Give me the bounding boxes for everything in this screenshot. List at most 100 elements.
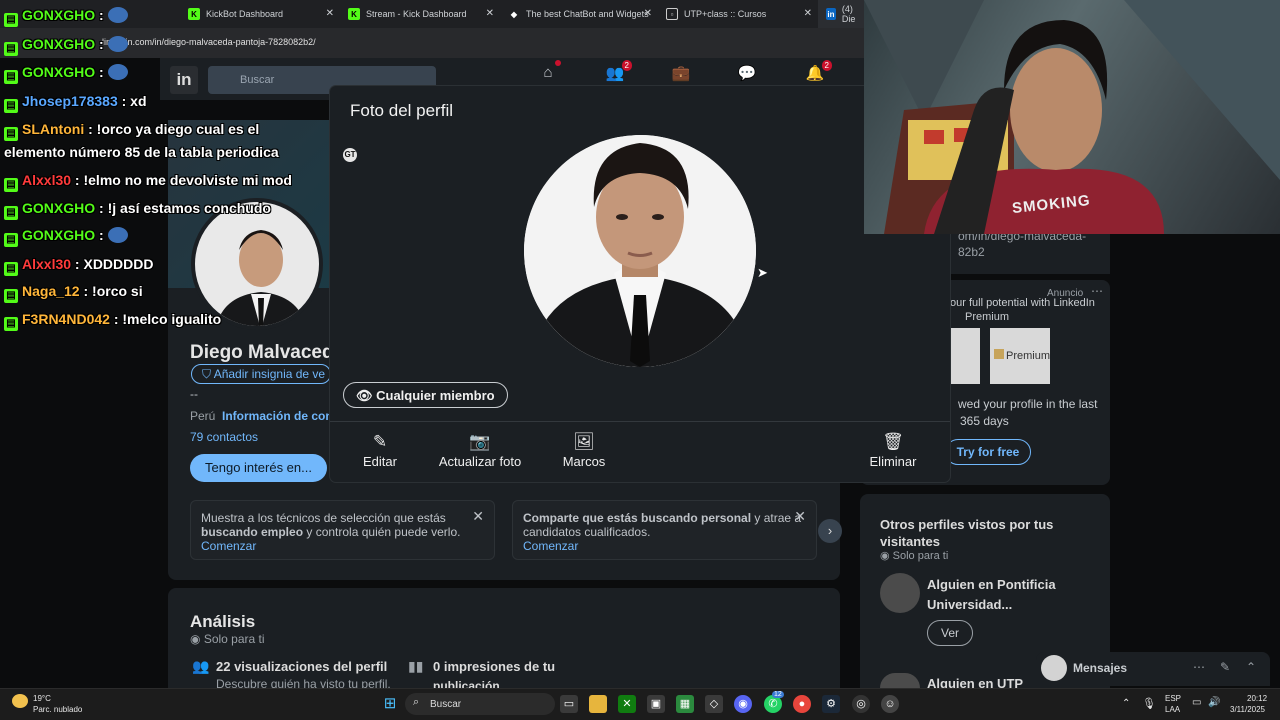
chrome-icon[interactable]: ● — [793, 695, 811, 713]
file-explorer-icon[interactable] — [589, 695, 607, 713]
tab-kickbot[interactable]: K KickBot Dashboard ✕ — [180, 0, 340, 28]
edit-label: Editar — [363, 454, 397, 469]
close-icon[interactable]: ✕ — [486, 8, 494, 19]
verify-badge-button[interactable]: ⛉ Añadir insignia de ve — [191, 364, 331, 384]
language-label[interactable]: LAA — [1165, 705, 1180, 714]
tab-label: KickBot Dashboard — [206, 9, 284, 19]
view-button[interactable]: Ver — [927, 620, 973, 646]
discord-icon[interactable]: ◉ — [734, 695, 752, 713]
eye-icon: ◉ — [190, 632, 204, 646]
open-to-button[interactable]: Tengo interés en... — [190, 454, 327, 482]
impressions-link[interactable]: 0 impresiones de tu — [433, 659, 555, 674]
extension-icon[interactable]: GT — [343, 148, 357, 162]
premium-logo: Premium — [990, 328, 1050, 384]
tab-utp[interactable]: ▫ UTP+class :: Cursos ✕ — [658, 0, 818, 28]
notifications-icon[interactable]: 🔔 2 — [804, 60, 832, 82]
minecraft-icon[interactable]: ▦ — [676, 695, 694, 713]
suggestion-bold: buscando empleo — [201, 525, 304, 539]
chat-message: ▤ Naga_12 : !orco si — [4, 282, 143, 303]
messaging-bar[interactable] — [1036, 652, 1270, 686]
chat-text: elemento número 85 de la tabla periodica — [4, 144, 279, 160]
linkedin-logo-icon[interactable]: in — [170, 66, 198, 94]
chevron-up-icon[interactable]: ⌃ — [1122, 698, 1130, 709]
clock-time[interactable]: 20:12 — [1247, 694, 1267, 703]
edit-button[interactable]: ✎ Editar — [356, 430, 404, 469]
close-icon[interactable]: ✕ — [326, 8, 334, 19]
more-icon[interactable]: ⋯ — [1091, 284, 1103, 298]
kick-icon: K — [348, 8, 360, 20]
task-view-icon[interactable]: ▭ — [560, 695, 578, 713]
obs-icon[interactable]: ◎ — [852, 695, 870, 713]
chat-message: ▤ Jhosep178383 : xd — [4, 92, 147, 113]
windows-start-icon[interactable]: ⊞ — [381, 695, 399, 713]
home-icon[interactable]: ⌂ — [537, 60, 561, 82]
start-link[interactable]: Comenzar — [523, 539, 578, 553]
app-icon[interactable]: ◇ — [705, 695, 723, 713]
chat-message: ▤ Alxxl30 : !elmo no me devolviste mi mod — [4, 171, 292, 192]
profile-views-link[interactable]: 22 visualizaciones del perfil — [216, 659, 387, 674]
update-photo-button[interactable]: 📷 Actualizar foto — [430, 430, 530, 469]
notifications-badge: 2 — [821, 60, 832, 71]
chat-username: F3RN4ND042 — [22, 311, 110, 327]
volume-icon[interactable]: 🔊 — [1208, 697, 1220, 708]
tab-kick-dashboard[interactable]: K Stream - Kick Dashboard ✕ — [340, 0, 500, 28]
location: Perú — [190, 409, 216, 423]
chat-message: ▤ Alxxl30 : XDDDDDD — [4, 255, 154, 276]
profile-url-text: 82b2 — [958, 245, 985, 259]
shield-icon: ⛉ — [202, 367, 214, 381]
delete-label: Eliminar — [869, 454, 917, 469]
language-label[interactable]: ESP — [1165, 694, 1181, 703]
close-icon[interactable]: ✕ — [644, 8, 652, 19]
chat-text: : XDDDDDD — [71, 256, 154, 272]
clock-date[interactable]: 3/11/2025 — [1230, 705, 1265, 714]
weather-icon[interactable] — [12, 694, 28, 708]
webcam-overlay: SMOKING — [864, 0, 1280, 234]
chat-badge-icon: ▤ — [4, 206, 18, 220]
app-icon[interactable]: ☺ — [881, 695, 899, 713]
close-icon[interactable]: ✕ — [794, 509, 806, 523]
chat-text: : !j así estamos conchudo — [95, 200, 271, 216]
jobs-icon[interactable]: 💼 — [670, 64, 692, 82]
premium-icon — [994, 349, 1004, 359]
frames-button[interactable]: 🖼 Marcos — [556, 430, 612, 469]
connections-link[interactable]: 79 contactos — [190, 430, 258, 444]
chat-badge-icon: ▤ — [4, 99, 18, 113]
others-title: Otros perfiles vistos por tus visitantes — [880, 517, 1054, 549]
contact-info-link[interactable]: Información de cont — [222, 409, 337, 423]
monitor-icon[interactable]: ▭ — [1192, 697, 1201, 708]
store-icon[interactable]: ▣ — [647, 695, 665, 713]
taskbar-search[interactable] — [405, 693, 555, 715]
network-icon[interactable]: 👥 2 — [604, 60, 632, 82]
microphone-icon[interactable]: 🎙 — [1142, 697, 1156, 710]
messages-label[interactable]: Mensajes — [1073, 661, 1127, 675]
chevron-up-icon[interactable]: ⌃ — [1246, 660, 1256, 674]
visibility-button[interactable]: 👁 Cualquier miembro — [343, 382, 508, 408]
analytics-title: Análisis — [190, 612, 256, 631]
start-link[interactable]: Comenzar — [201, 539, 256, 553]
tab-linkedin[interactable]: in (4) Die — [818, 0, 864, 28]
url-text[interactable]: linkedin.com/in/diego-malvaceda-pantoja-… — [102, 37, 316, 47]
close-icon[interactable]: ✕ — [472, 509, 484, 523]
chat-badge-icon: ▤ — [4, 42, 18, 56]
chat-username: GONXGHO — [22, 7, 96, 23]
xbox-icon[interactable]: ✕ — [618, 695, 636, 713]
diamond-icon: ◆ — [510, 9, 518, 19]
chat-badge-icon: ▤ — [4, 317, 18, 331]
steam-icon[interactable]: ⚙ — [822, 695, 840, 713]
avatar[interactable] — [880, 673, 920, 688]
chat-text: : — [95, 7, 104, 23]
close-icon[interactable]: ✕ — [804, 8, 812, 19]
compose-icon[interactable]: ✎ — [1220, 660, 1230, 674]
whatsapp-badge: 12 — [772, 691, 784, 698]
try-free-button[interactable]: Try for free — [945, 439, 1031, 465]
chat-message: ▤ F3RN4ND042 : !melco igualito — [4, 310, 221, 331]
modal-divider — [330, 421, 950, 422]
person-name[interactable]: Alguien en Pontificia Universidad... — [927, 575, 1077, 615]
more-icon[interactable]: ⋯ — [1193, 660, 1205, 674]
tab-chatbot[interactable]: ◆ The best ChatBot and Widgets ✕ — [500, 0, 658, 28]
messaging-icon[interactable]: 💬 — [736, 64, 758, 82]
carousel-next-button[interactable]: › — [818, 519, 842, 543]
delete-button[interactable]: 🗑 Eliminar — [864, 430, 922, 469]
chat-username: SLAntoni — [22, 121, 85, 137]
avatar[interactable] — [880, 573, 920, 613]
